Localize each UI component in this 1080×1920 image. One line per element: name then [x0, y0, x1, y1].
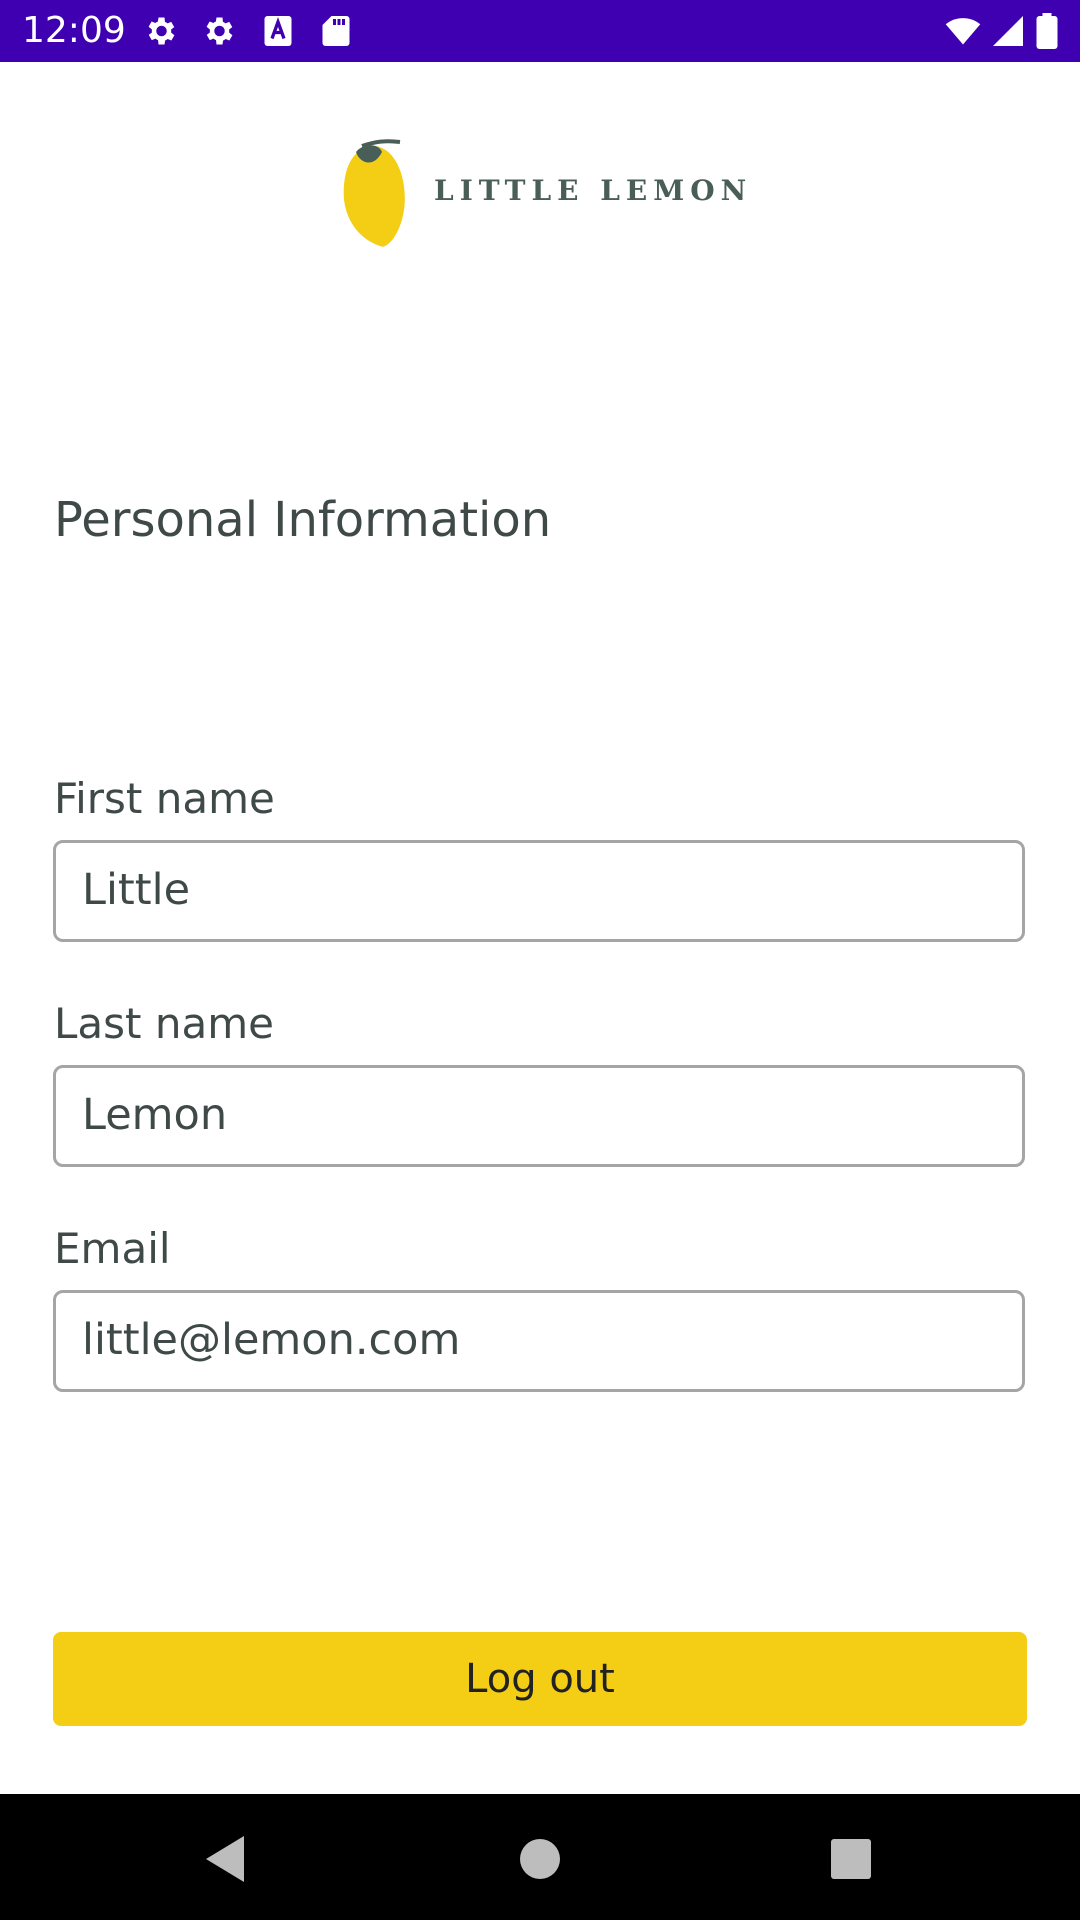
signal-icon — [993, 16, 1023, 46]
sd-card-icon — [322, 16, 350, 46]
recents-icon[interactable] — [816, 1824, 886, 1894]
settings-icon — [148, 17, 175, 45]
page-title: Personal Information — [54, 492, 552, 548]
profile-screen: 12:09 LITTLE LEMON Personal Information … — [0, 0, 1080, 1920]
email-label: Email — [54, 1224, 171, 1273]
last-name-field[interactable]: Lemon — [53, 1065, 1025, 1167]
first-name-label: First name — [54, 774, 275, 823]
email-value: little@lemon.com — [82, 1315, 461, 1365]
settings-icon — [206, 17, 233, 45]
lemon-icon — [343, 139, 405, 247]
text-a-icon — [264, 16, 292, 46]
first-name-field[interactable]: Little — [53, 840, 1025, 942]
last-name-value: Lemon — [82, 1090, 228, 1140]
navigation-bar — [0, 1794, 1080, 1920]
wifi-icon — [945, 18, 981, 45]
app-logo: LITTLE LEMON — [340, 138, 746, 250]
home-icon[interactable] — [505, 1824, 575, 1894]
first-name-value: Little — [82, 865, 191, 915]
logo-text: LITTLE LEMON — [434, 174, 753, 207]
logout-button[interactable]: Log out — [53, 1632, 1027, 1726]
back-icon[interactable] — [190, 1824, 260, 1894]
status-time: 12:09 — [22, 10, 126, 51]
last-name-label: Last name — [54, 999, 274, 1048]
battery-icon — [1036, 13, 1058, 49]
email-field[interactable]: little@lemon.com — [53, 1290, 1025, 1392]
status-bar: 12:09 — [0, 0, 1080, 62]
